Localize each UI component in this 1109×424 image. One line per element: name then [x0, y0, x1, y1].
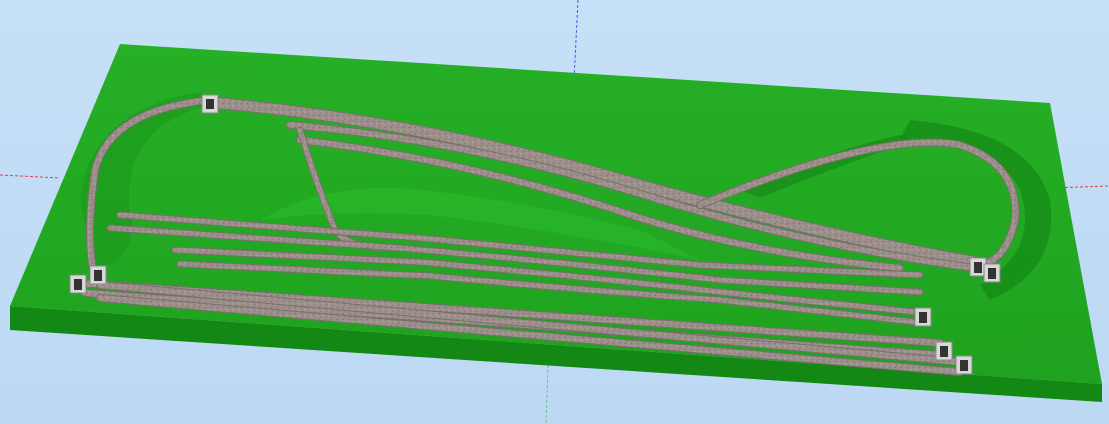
tunnel-portal-icon[interactable] — [69, 274, 87, 294]
tunnel-portal-icon[interactable] — [955, 355, 973, 375]
tunnel-portal-icon[interactable] — [914, 307, 932, 327]
axis-x-line-left — [0, 174, 61, 179]
3d-viewport[interactable] — [0, 0, 1109, 424]
axis-z-line — [573, 0, 579, 81]
tunnel-portal-icon[interactable] — [89, 265, 107, 285]
tunnel-portal-icon[interactable] — [983, 263, 1001, 283]
layout-scene[interactable] — [0, 0, 1109, 424]
tunnel-portal-icon[interactable] — [935, 341, 953, 361]
tunnel-portal-icon[interactable] — [201, 94, 219, 114]
